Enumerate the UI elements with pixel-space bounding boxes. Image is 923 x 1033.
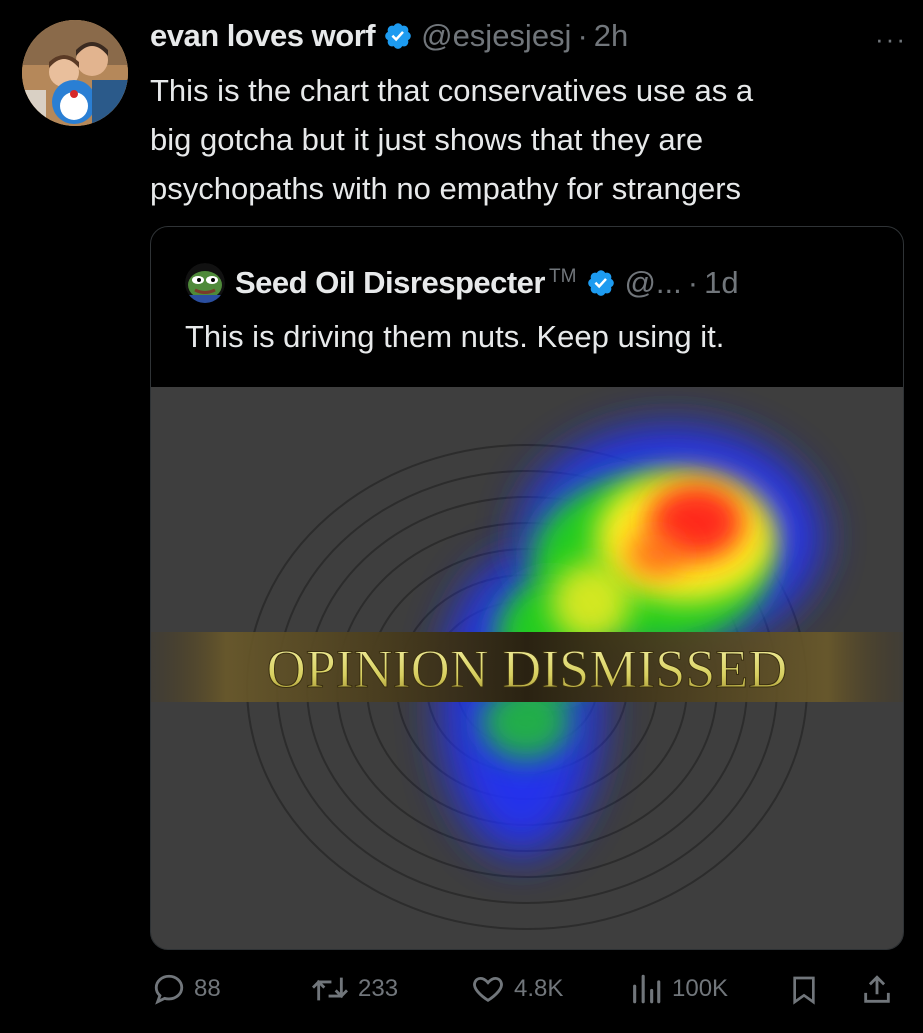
reply-count: 88 (194, 975, 221, 1002)
quoted-tweet-text: This is driving them nuts. Keep using it… (185, 319, 725, 354)
reply-button[interactable]: 88 (152, 972, 221, 1006)
heatmap-image: OPINION DISMISSED (151, 387, 903, 949)
tweet-text-line: This is the chart that conservatives use… (150, 73, 754, 108)
action-bar: 88 233 4.8K 100K (0, 962, 923, 1022)
share-icon (864, 975, 890, 1003)
quoted-tweet-media[interactable]: OPINION DISMISSED (151, 387, 903, 949)
quoted-tweet[interactable]: Seed Oil Disrespecter TM @... · 1d This … (150, 226, 904, 950)
repost-icon (311, 977, 349, 1001)
like-button[interactable]: 4.8K (470, 972, 563, 1006)
separator-dot: · (687, 265, 699, 300)
author-handle[interactable]: @esjesjesj (421, 18, 571, 54)
bookmark-icon (793, 976, 815, 1005)
heart-icon (473, 976, 503, 1002)
tweet-text-line: big gotcha but it just shows that they a… (150, 122, 704, 157)
like-count: 4.8K (514, 975, 564, 1002)
share-button[interactable] (860, 972, 902, 1008)
verified-badge-icon (588, 270, 615, 296)
more-icon[interactable]: ··· (875, 24, 907, 55)
reply-icon (154, 974, 184, 1005)
author-avatar[interactable] (22, 20, 128, 126)
author-name[interactable]: evan loves worf (150, 18, 376, 54)
quoted-tweet-timestamp[interactable]: 1d (704, 265, 738, 301)
trademark-label: TM (549, 266, 577, 287)
tweet-timestamp[interactable]: 2h (594, 18, 628, 54)
repost-count: 233 (358, 975, 399, 1002)
tweet-text-line: psychopaths with no empathy for stranger… (150, 171, 742, 206)
media-caption-text: OPINION DISMISSED (267, 639, 788, 699)
separator-dot: · (577, 18, 588, 53)
quoted-author-handle[interactable]: @... (624, 265, 681, 301)
views-count: 100K (672, 975, 729, 1002)
views-button[interactable]: 100K (628, 972, 728, 1006)
quoted-author-name[interactable]: Seed Oil Disrespecter (235, 265, 546, 301)
bookmark-button[interactable] (788, 972, 828, 1008)
verified-badge-icon (385, 23, 411, 49)
tweet-text: This is the chart that conservatives use… (150, 66, 900, 213)
quoted-tweet-header: Seed Oil Disrespecter TM @... · 1d (185, 263, 739, 303)
quoted-author-avatar[interactable] (185, 263, 225, 303)
repost-button[interactable]: 233 (310, 972, 398, 1006)
tweet-header: evan loves worf @esjesjesj · 2h (150, 16, 903, 56)
views-icon (633, 974, 661, 1004)
